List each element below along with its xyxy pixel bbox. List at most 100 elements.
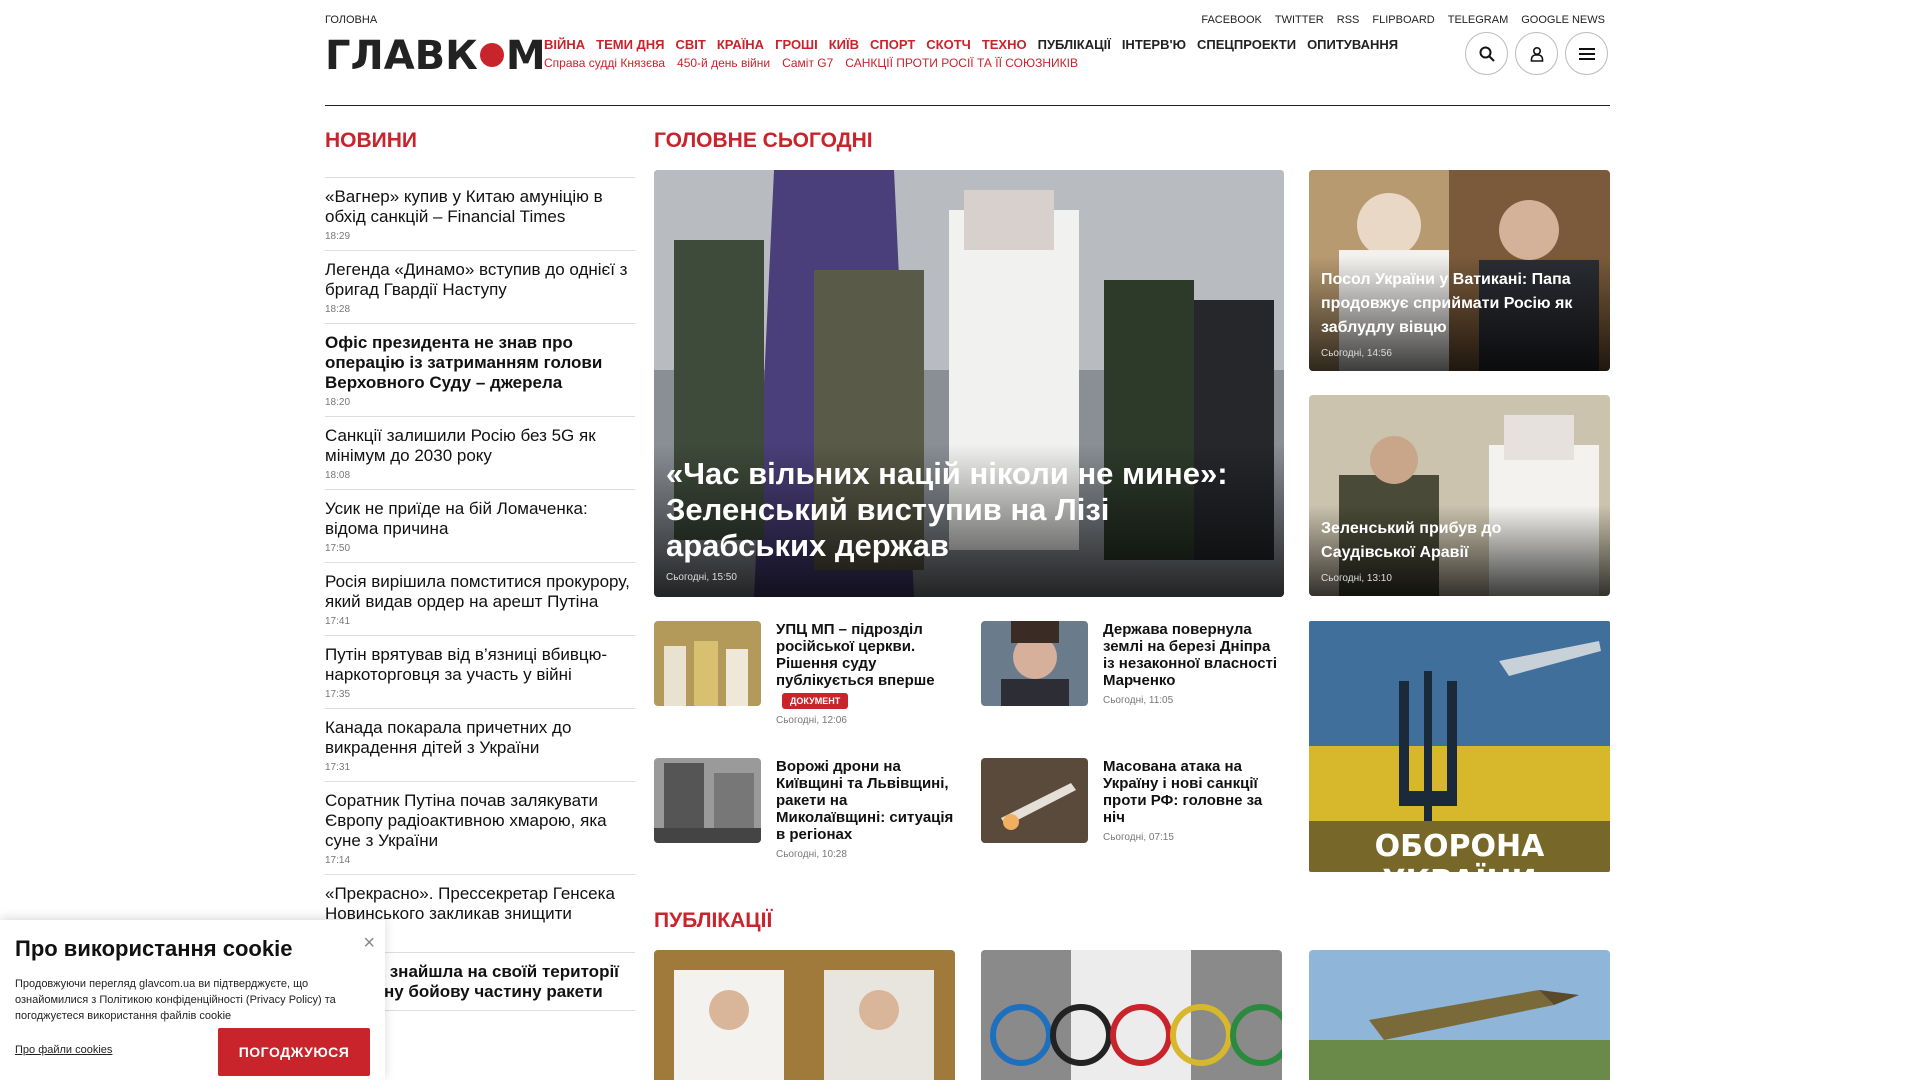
news-time: 18:28 — [325, 304, 351, 315]
hero-date: Сьогодні, 15:50 — [666, 572, 737, 583]
cookie-title: Про використання cookie — [15, 936, 293, 961]
document-badge[interactable]: ДОКУМЕНТ — [782, 693, 849, 709]
publication-card[interactable] — [1309, 950, 1610, 1080]
top-stories-title[interactable]: ГОЛОВНЕ СЬОГОДНІ — [654, 129, 873, 153]
hero-card[interactable]: «Час вільних націй ніколи не мине»: Зеле… — [654, 170, 1284, 597]
subnav-item[interactable]: 450-й день війни — [677, 56, 770, 70]
publication-image — [981, 950, 1282, 1080]
nav-item[interactable]: ГРОШІ — [775, 37, 818, 52]
small-article-date: Сьогодні, 10:28 — [776, 849, 847, 860]
social-link[interactable]: GOOGLE NEWS — [1521, 14, 1605, 26]
news-title[interactable]: «Вагнер» купив у Китаю амуніцію в обхід … — [325, 187, 635, 227]
side-card-2-title[interactable]: Зеленський прибув до Саудівської Аравії — [1321, 517, 1598, 565]
news-title[interactable]: Легенда «Динамо» вступив до однієї з бри… — [325, 260, 635, 300]
social-link[interactable]: FACEBOOK — [1201, 14, 1262, 26]
news-list-item[interactable]: «Вагнер» купив у Китаю амуніцію в обхід … — [325, 177, 635, 251]
news-title[interactable]: Росія вирішила помститися прокурору, яки… — [325, 572, 635, 612]
nav-item[interactable]: СВІТ — [676, 37, 706, 52]
publication-card[interactable] — [981, 950, 1282, 1080]
social-link[interactable]: RSS — [1337, 14, 1360, 26]
nav-item[interactable]: ПУБЛІКАЦІЇ — [1038, 37, 1111, 52]
small-article-title[interactable]: УПЦ МП – підрозділ російської церкви. Рі… — [776, 621, 956, 689]
social-link[interactable]: FLIPBOARD — [1372, 14, 1434, 26]
subnav-item[interactable]: САНКЦІЇ ПРОТИ РОСІЇ ТА ЇЇ СОЮЗНИКІВ — [845, 56, 1078, 70]
profile-button[interactable] — [1515, 32, 1558, 75]
small-article-date: Сьогодні, 11:05 — [1103, 695, 1174, 706]
news-list: «Вагнер» купив у Китаю амуніцію в обхід … — [325, 177, 635, 1011]
news-list-item[interactable]: Канада покарала причетних до викрадення … — [325, 709, 635, 782]
nav-item[interactable]: ТЕХНО — [982, 37, 1027, 52]
defense-promo-banner[interactable]: ОБОРОНА УКРАЇНИ — [1309, 621, 1610, 872]
site-logo[interactable]: ГЛАВК М — [325, 36, 546, 76]
news-time: 17:41 — [325, 616, 351, 627]
small-article-title[interactable]: Ворожі дрони на Київщині та Львівщині, р… — [776, 758, 956, 843]
news-title[interactable]: Усик не приїде на бій Ломаченка: відома … — [325, 499, 635, 539]
search-button[interactable] — [1465, 32, 1508, 75]
breadcrumb[interactable]: ГОЛОВНА — [325, 14, 377, 26]
small-article[interactable]: Масована атака на Україну і нові санкції… — [981, 758, 1283, 843]
small-article-date: Сьогодні, 07:15 — [1103, 832, 1174, 843]
publication-image — [1309, 950, 1610, 1080]
publication-card[interactable] — [654, 950, 955, 1080]
small-article-title[interactable]: Масована атака на Україну і нові санкції… — [1103, 758, 1283, 826]
nav-item[interactable]: ТЕМИ ДНЯ — [596, 37, 664, 52]
news-list-item[interactable]: Легенда «Динамо» вступив до однієї з бри… — [325, 251, 635, 324]
trident-icon — [1399, 671, 1457, 821]
news-time: 18:20 — [325, 397, 351, 408]
side-card-2-date: Сьогодні, 13:10 — [1321, 573, 1392, 584]
menu-button[interactable] — [1565, 32, 1608, 75]
nav-item[interactable]: ОПИТУВАННЯ — [1307, 37, 1398, 52]
social-link[interactable]: TELEGRAM — [1448, 14, 1509, 26]
small-article[interactable]: УПЦ МП – підрозділ російської церкви. Рі… — [654, 621, 956, 726]
social-links: FACEBOOK TWITTER RSS FLIPBOARD TELEGRAM GOOGL… — [1201, 14, 1605, 26]
news-list-item[interactable]: Офіс президента не знав про операцію із … — [325, 324, 635, 417]
news-list-item[interactable]: Росія вирішила помститися прокурору, яки… — [325, 563, 635, 636]
hero-title[interactable]: «Час вільних націй ніколи не мине»: Зеле… — [666, 456, 1272, 564]
nav-item[interactable]: СПОРТ — [870, 37, 915, 52]
cookie-agree-button[interactable]: ПОГОДЖУЮСЯ — [218, 1028, 370, 1076]
small-article-thumb — [981, 621, 1088, 706]
news-time: 17:31 — [325, 762, 351, 773]
small-article-thumb — [654, 621, 761, 706]
news-title[interactable]: Офіс президента не знав про операцію із … — [325, 333, 635, 393]
news-title[interactable]: Санкції залишили Росію без 5G як мінімум… — [325, 426, 635, 466]
cookie-banner: Про використання cookie Продовжуючи пере… — [0, 920, 385, 1080]
news-title[interactable]: Путін врятував від в’язниці вбивцю-нарко… — [325, 645, 635, 685]
nav-item[interactable]: СКОТЧ — [926, 37, 971, 52]
nav-item[interactable]: ВІЙНА — [544, 37, 585, 52]
news-list-item[interactable]: Соратник Путіна почав залякувати Європу … — [325, 782, 635, 875]
news-list-item[interactable]: Усик не приїде на бій Ломаченка: відома … — [325, 490, 635, 563]
small-article-thumb — [981, 758, 1088, 843]
nav-item[interactable]: КИЇВ — [829, 37, 859, 52]
cookie-policy-link[interactable]: Про файли cookies — [15, 1044, 112, 1056]
news-title[interactable]: Канада покарала причетних до викрадення … — [325, 718, 635, 758]
news-section-title[interactable]: НОВИНИ — [325, 129, 417, 153]
nav-item[interactable]: КРАЇНА — [717, 37, 764, 52]
header-divider — [325, 105, 1610, 106]
subnav-item[interactable]: Справа судді Князєва — [544, 56, 665, 70]
promo-title: ОБОРОНА УКРАЇНИ — [1374, 829, 1545, 872]
social-link[interactable]: TWITTER — [1275, 14, 1324, 26]
small-article-title[interactable]: Держава повернула землі на березі Дніпра… — [1103, 621, 1283, 689]
news-time: 17:35 — [325, 689, 351, 700]
subnav-item[interactable]: Саміт G7 — [782, 56, 833, 70]
user-icon — [1530, 46, 1543, 62]
sub-nav: Справа судді Князєва 450-й день війни Самі… — [544, 56, 1078, 70]
news-time: 17:14 — [325, 855, 351, 866]
main-nav: ВІЙНА ТЕМИ ДНЯ СВІТ КРАЇНА ГРОШІ КИЇВ СПОРТ СКО… — [544, 37, 1398, 52]
news-list-item[interactable]: Путін врятував від в’язниці вбивцю-нарко… — [325, 636, 635, 709]
nav-item[interactable]: СПЕЦПРОЕКТИ — [1197, 37, 1296, 52]
nav-item[interactable]: ІНТЕРВ'Ю — [1122, 37, 1186, 52]
news-list-item[interactable]: Санкції залишили Росію без 5G як мінімум… — [325, 417, 635, 490]
search-icon — [1479, 46, 1495, 62]
publication-image — [654, 950, 955, 1080]
news-title[interactable]: Соратник Путіна почав залякувати Європу … — [325, 791, 635, 851]
publications-title[interactable]: ПУБЛІКАЦІЇ — [654, 909, 772, 933]
small-article[interactable]: Ворожі дрони на Київщині та Львівщині, р… — [654, 758, 956, 860]
menu-icon — [1578, 47, 1595, 60]
side-card-2[interactable]: Зеленський прибув до Саудівської Аравії … — [1309, 395, 1610, 596]
close-icon[interactable]: × — [363, 932, 375, 955]
side-card-1[interactable]: Посол України у Ватикані: Папа продовжує… — [1309, 170, 1610, 371]
side-card-1-title[interactable]: Посол України у Ватикані: Папа продовжує… — [1321, 268, 1598, 340]
small-article[interactable]: Держава повернула землі на березі Дніпра… — [981, 621, 1283, 706]
